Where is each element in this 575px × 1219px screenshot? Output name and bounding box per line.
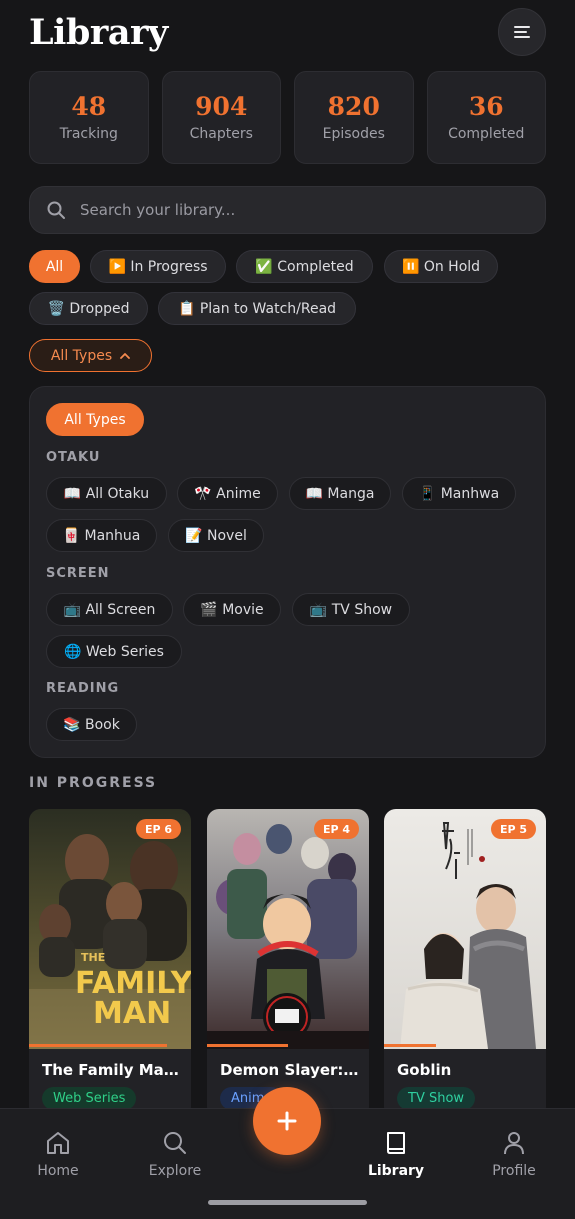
header: Library bbox=[29, 0, 546, 62]
episode-badge: EP 6 bbox=[135, 819, 181, 839]
nav-explore[interactable]: Explore bbox=[130, 1129, 220, 1179]
episode-badge: EP 5 bbox=[490, 819, 536, 839]
section-title-in-progress: IN PROGRESS bbox=[29, 775, 158, 791]
poster-text: THE bbox=[81, 951, 105, 964]
media-card[interactable]: THE FAMILY MAN EP 6 The Family Man ... W… bbox=[29, 809, 191, 1119]
filter-dropped[interactable]: 🗑️ Dropped bbox=[29, 292, 148, 325]
progress-bar bbox=[207, 1044, 288, 1047]
stat-completed[interactable]: 36 Completed bbox=[426, 71, 546, 164]
episode-badge: EP 4 bbox=[313, 819, 359, 839]
type-badge: Web Series bbox=[42, 1087, 137, 1110]
poster-text: MAN bbox=[93, 996, 171, 1031]
group-label-reading: READING bbox=[46, 681, 120, 696]
type-manga[interactable]: 📖 Manga bbox=[289, 477, 391, 510]
menu-icon bbox=[514, 26, 530, 38]
search-icon bbox=[47, 201, 65, 219]
search-bar[interactable] bbox=[29, 186, 546, 234]
search-input[interactable] bbox=[80, 187, 545, 233]
progress-bar bbox=[384, 1044, 436, 1047]
type-manhua[interactable]: 🀄 Manhua bbox=[46, 519, 157, 552]
filter-on-hold[interactable]: ⏸️ On Hold bbox=[384, 250, 498, 283]
nav-label: Explore bbox=[148, 1163, 202, 1179]
type-novel[interactable]: 📝 Novel bbox=[168, 519, 264, 552]
stat-label: Episodes bbox=[322, 125, 385, 142]
progress-bar bbox=[29, 1044, 167, 1047]
filter-all[interactable]: All bbox=[29, 250, 80, 283]
card-title: Demon Slayer: K... bbox=[220, 1061, 360, 1079]
type-web-series[interactable]: 🌐 Web Series bbox=[46, 635, 182, 668]
type-tv-show[interactable]: 📺 TV Show bbox=[292, 593, 410, 626]
type-filter-label: All Types bbox=[50, 347, 113, 364]
type-all-screen[interactable]: 📺 All Screen bbox=[46, 593, 173, 626]
stat-value: 48 bbox=[71, 92, 107, 122]
type-filter-panel: All Types OTAKU 📖 All Otaku 🎌 Anime 📖 Ma… bbox=[29, 386, 546, 758]
add-button[interactable] bbox=[253, 1087, 321, 1155]
book-icon bbox=[387, 1132, 405, 1154]
group-label-otaku: OTAKU bbox=[46, 450, 101, 465]
user-icon bbox=[504, 1132, 524, 1155]
card-title: The Family Man ... bbox=[42, 1061, 182, 1079]
type-movie[interactable]: 🎬 Movie bbox=[183, 593, 281, 626]
stat-tracking[interactable]: 48 Tracking bbox=[29, 71, 149, 164]
type-all[interactable]: All Types bbox=[46, 403, 144, 436]
nav-label: Profile bbox=[492, 1163, 536, 1179]
poster-image: THE FAMILY MAN bbox=[29, 809, 191, 1049]
nav-profile[interactable]: Profile bbox=[469, 1129, 559, 1179]
nav-label: Library bbox=[367, 1163, 425, 1179]
menu-button[interactable] bbox=[498, 8, 546, 56]
poster-image bbox=[207, 809, 369, 1049]
nav-home[interactable]: Home bbox=[13, 1129, 103, 1179]
type-manhwa[interactable]: 📱 Manhwa bbox=[402, 477, 516, 510]
plus-icon bbox=[277, 1111, 297, 1131]
media-card[interactable]: EP 4 Demon Slayer: K... Anime bbox=[207, 809, 369, 1119]
filter-completed[interactable]: ✅ Completed bbox=[236, 250, 373, 283]
type-book[interactable]: 📚 Book bbox=[46, 708, 137, 741]
stat-chapters[interactable]: 904 Chapters bbox=[161, 71, 281, 164]
stats-row: 48 Tracking 904 Chapters 820 Episodes 36… bbox=[29, 71, 546, 164]
media-card[interactable]: EP 5 Goblin TV Show bbox=[384, 809, 546, 1119]
home-indicator bbox=[208, 1200, 367, 1205]
type-badge: TV Show bbox=[397, 1087, 476, 1110]
filter-in-progress[interactable]: ▶️ In Progress bbox=[90, 250, 226, 283]
page-title: Library bbox=[29, 12, 168, 53]
type-all-otaku[interactable]: 📖 All Otaku bbox=[46, 477, 167, 510]
stat-episodes[interactable]: 820 Episodes bbox=[294, 71, 414, 164]
type-filter-toggle[interactable]: All Types bbox=[29, 339, 152, 372]
nav-label: Home bbox=[37, 1163, 79, 1179]
search-icon bbox=[164, 1132, 186, 1154]
poster-image bbox=[384, 809, 546, 1049]
filter-plan-to-watch[interactable]: 📋 Plan to Watch/Read bbox=[158, 292, 356, 325]
stat-label: Completed bbox=[448, 125, 525, 142]
stat-label: Chapters bbox=[189, 125, 253, 142]
nav-library[interactable]: Library bbox=[351, 1129, 441, 1179]
group-label-screen: SCREEN bbox=[46, 566, 110, 581]
stat-value: 36 bbox=[468, 92, 504, 122]
stat-label: Tracking bbox=[59, 125, 118, 142]
stat-value: 820 bbox=[327, 92, 380, 122]
home-icon bbox=[47, 1132, 69, 1154]
stat-value: 904 bbox=[195, 92, 248, 122]
type-anime[interactable]: 🎌 Anime bbox=[177, 477, 278, 510]
chevron-up-icon bbox=[120, 353, 131, 359]
card-title: Goblin bbox=[397, 1061, 452, 1079]
